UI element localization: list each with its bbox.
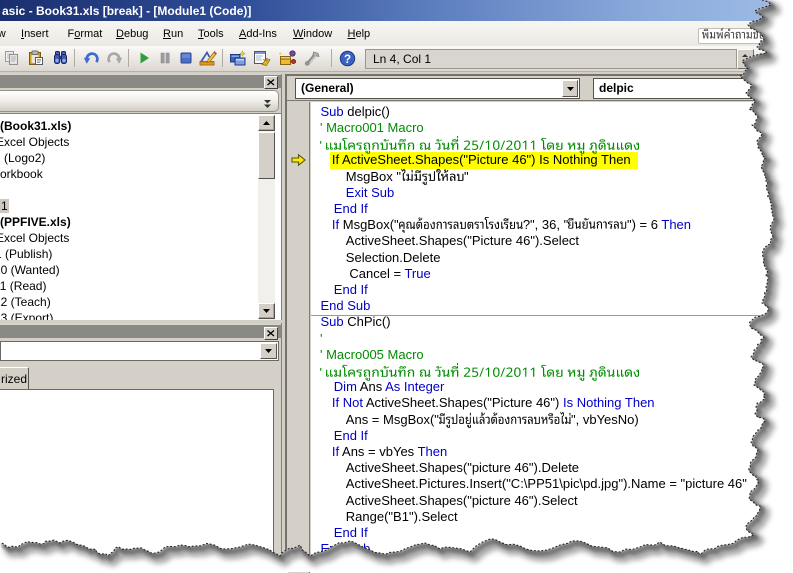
svg-text:?: ? (344, 54, 351, 66)
